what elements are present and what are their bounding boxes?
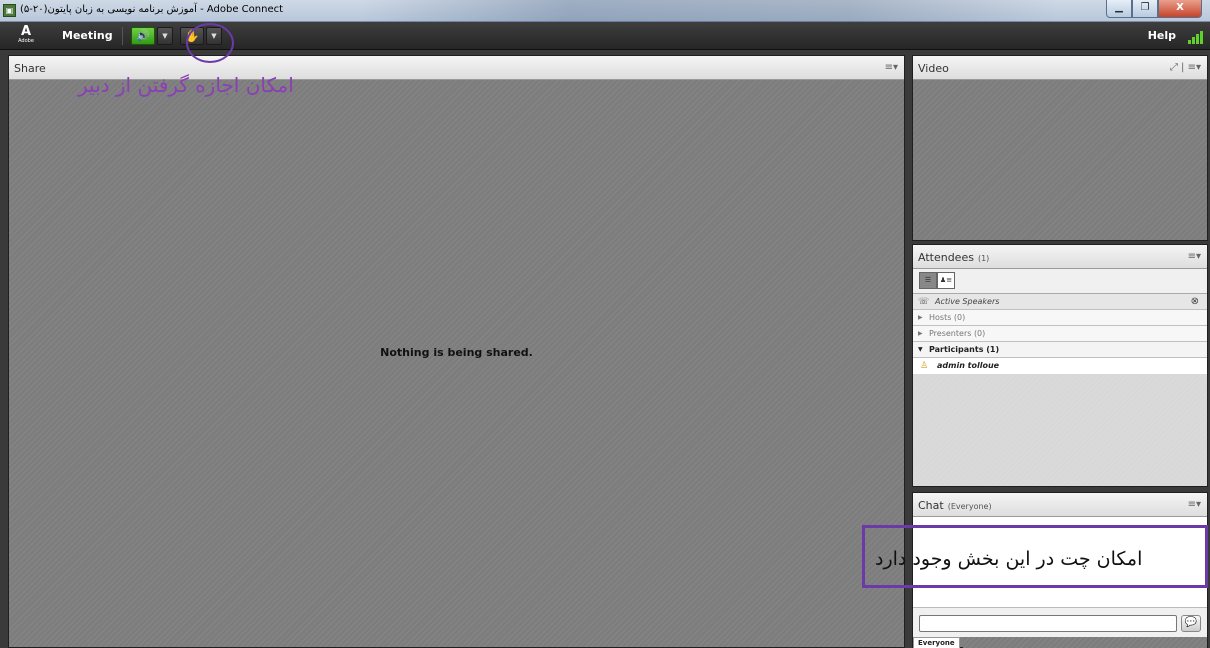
chat-pod-title: Chat (Everyone): [918, 499, 992, 512]
group-label: Hosts (0): [929, 313, 966, 322]
user-icon: ♙: [920, 361, 929, 371]
video-pod: Video ⤢ | ≡▾: [912, 55, 1208, 241]
chat-message-input[interactable]: [919, 615, 1177, 632]
phone-icon: ☏: [918, 297, 930, 307]
chat-pod-header: Chat (Everyone) ≡▾: [913, 493, 1207, 517]
attendees-pod-header: Attendees (1) ≡▾: [913, 245, 1207, 269]
attendee-name: admin tolloue: [937, 361, 1000, 370]
attendees-count: (1): [977, 254, 990, 263]
speaker-dropdown[interactable]: ▼: [157, 27, 173, 45]
share-empty-message: Nothing is being shared.: [380, 346, 533, 359]
annotation-chat-note: امکان چت در این بخش وجود دارد: [875, 548, 1143, 570]
group-hosts[interactable]: ▶ Hosts (0): [913, 310, 1207, 326]
app-icon: ▣: [3, 4, 16, 17]
video-pod-menu[interactable]: ⤢ | ≡▾: [1170, 62, 1201, 73]
chat-tabs-strip: [963, 637, 1207, 648]
expand-arrow-icon: ▶: [918, 330, 923, 337]
collapse-arrow-icon: ▼: [918, 346, 923, 353]
group-presenters[interactable]: ▶ Presenters (0): [913, 326, 1207, 342]
list-view-icon[interactable]: ☰: [919, 272, 937, 289]
video-pod-title: Video: [918, 62, 949, 75]
attendees-toolbar: ☰ ♟≡: [913, 269, 1207, 294]
speaker-button[interactable]: 🔊: [131, 27, 155, 45]
send-message-icon[interactable]: 💬: [1181, 615, 1201, 632]
meeting-menu[interactable]: Meeting: [62, 29, 113, 42]
video-area: [913, 80, 1207, 240]
chat-pod-menu[interactable]: ≡▾: [1188, 499, 1201, 510]
maximize-button[interactable]: ❐: [1132, 0, 1158, 18]
titlebar-glass: [360, 0, 1060, 22]
video-pod-header: Video ⤢ | ≡▾: [913, 56, 1207, 80]
group-participants[interactable]: ▼ Participants (1): [913, 342, 1207, 358]
group-label: Participants (1): [929, 345, 1000, 354]
adobe-logo-letter: A: [20, 24, 32, 39]
share-pod: Share ≡▾ Nothing is being shared.: [8, 55, 905, 648]
annotation-circle: [186, 23, 234, 63]
close-button[interactable]: X: [1158, 0, 1202, 18]
app-menubar: A Adobe Meeting 🔊 ▼ ✋ ▼ Help: [0, 22, 1210, 50]
window-titlebar: ▣ آموزش برنامه نویسی به زبان پایتون(۲۰-۵…: [0, 0, 1210, 22]
attendees-pod-menu[interactable]: ≡▾: [1188, 251, 1201, 262]
active-speakers-row: ☏ Active Speakers ⊗: [913, 294, 1207, 310]
minimize-button[interactable]: ▁: [1106, 0, 1132, 18]
annotation-raise-hand: امکان اجازه گرفتن از دبیر: [78, 73, 294, 97]
window-title: آموزش برنامه نویسی به زبان پایتون(۲۰-۵) …: [20, 4, 284, 15]
share-pod-menu[interactable]: ≡▾: [885, 62, 898, 73]
attendees-pod-title: Attendees (1): [918, 251, 990, 264]
chat-input-area: 💬: [913, 607, 1207, 637]
menu-divider: [122, 27, 123, 45]
attendees-pod: Attendees (1) ≡▾ ☰ ♟≡ ☏ Active Speakers ⊗…: [912, 244, 1208, 487]
connection-signal-icon: [1188, 30, 1204, 44]
share-pod-title: Share: [14, 62, 46, 75]
group-label: Presenters (0): [929, 329, 986, 338]
adobe-logo-word: Adobe: [18, 38, 34, 44]
adobe-logo: A Adobe: [14, 25, 38, 47]
close-icon[interactable]: ⊗: [1191, 294, 1199, 310]
share-area: Nothing is being shared.: [9, 80, 904, 647]
attendee-row[interactable]: ♙ admin tolloue: [913, 358, 1207, 375]
help-menu[interactable]: Help: [1148, 29, 1176, 42]
chat-scope: (Everyone): [947, 502, 992, 511]
expand-arrow-icon: ▶: [918, 314, 923, 321]
active-speakers-label: Active Speakers: [935, 297, 1000, 306]
attendees-list-empty: [913, 374, 1207, 486]
status-view-icon[interactable]: ♟≡: [937, 272, 955, 289]
chat-tab-everyone[interactable]: Everyone: [913, 637, 960, 648]
window-controls: ▁ ❐ X: [1106, 0, 1202, 18]
